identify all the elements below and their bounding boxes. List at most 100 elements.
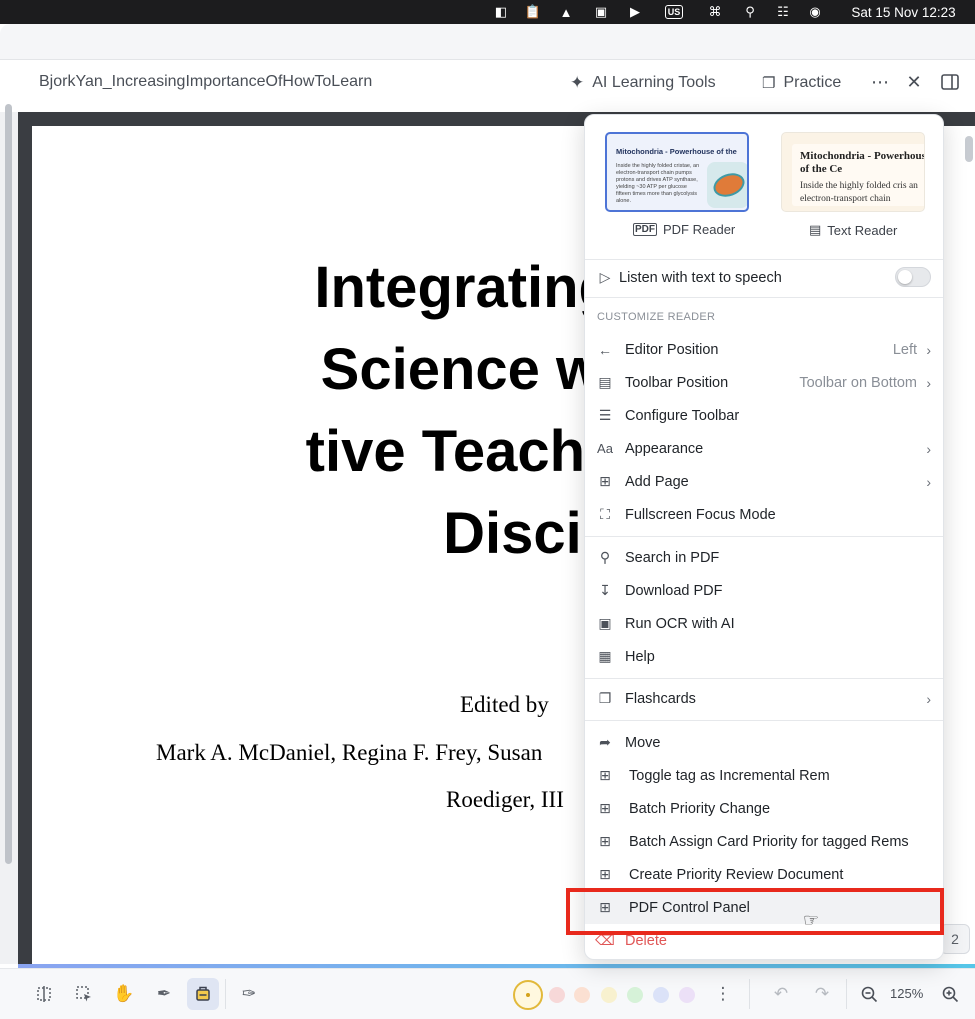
menu-item-search-pdf[interactable]: ⚲ Search in PDF: [585, 541, 943, 574]
plugin-command-icon: ⊞: [599, 833, 611, 849]
page-number-badge[interactable]: 2: [940, 924, 970, 954]
flashcards-label: Flashcards: [625, 690, 696, 707]
active-color-swatch[interactable]: [513, 980, 543, 1010]
menu-item-text-to-speech[interactable]: ▷ Listen with text to speech: [585, 261, 943, 294]
notion-app-icon[interactable]: ▣: [593, 0, 609, 24]
sparkle-icon: ✦: [570, 73, 585, 92]
menu-item-add-page[interactable]: ⊞ Add Page ›: [585, 465, 943, 498]
text-reader-option[interactable]: ▤ Text Reader: [809, 222, 897, 238]
menu-divider: [585, 259, 943, 260]
menu-item-configure-toolbar[interactable]: ☰ Configure Toolbar: [585, 399, 943, 432]
menu-item-help[interactable]: ▦ Help: [585, 640, 943, 673]
color-swatch-red[interactable]: [549, 987, 565, 1003]
pdf-card-title: Mitochondria - Powerhouse of the: [616, 147, 737, 156]
sidebar-toggle-icon[interactable]: [938, 70, 962, 94]
configure-toolbar-label: Configure Toolbar: [625, 407, 740, 424]
chevron-right-icon: ›: [926, 440, 931, 457]
tts-toggle-switch[interactable]: [895, 267, 931, 287]
right-scrollbar-thumb[interactable]: [965, 136, 973, 162]
menubar-clock[interactable]: Sat 15 Nov 12:23: [836, 0, 971, 24]
text-reader-card[interactable]: Mitochondria - Powerhouse of the Ce Insi…: [781, 132, 925, 212]
menu-item-editor-position[interactable]: ← Editor Position Left ›: [585, 333, 943, 366]
help-label: Help: [625, 648, 655, 665]
undo-icon[interactable]: ↶: [765, 978, 797, 1010]
ai-learning-tools-button[interactable]: ✦ AI Learning Tools: [570, 72, 716, 94]
pdf-file-icon: PDF: [633, 223, 657, 236]
highlighter-icon[interactable]: ✒: [148, 978, 180, 1010]
close-icon[interactable]: ✕: [902, 70, 926, 94]
wifi-icon[interactable]: ⌘: [705, 0, 725, 24]
plugin-command-icon: ⊞: [599, 866, 611, 882]
menu-item-create-priority-review[interactable]: ⊞ Create Priority Review Document: [585, 858, 943, 891]
more-vertical-icon[interactable]: ⋮: [707, 978, 739, 1010]
zoom-out-icon[interactable]: [853, 978, 885, 1010]
sliders-icon: ☰: [598, 407, 612, 423]
menu-divider: [585, 536, 943, 537]
menu-item-fullscreen-focus[interactable]: ⛶ Fullscreen Focus Mode: [585, 498, 943, 531]
ocr-scan-icon: ▣: [598, 615, 612, 631]
menu-item-flashcards[interactable]: ❐ Flashcards ›: [585, 682, 943, 715]
download-pdf-label: Download PDF: [625, 582, 723, 599]
chevron-right-icon: ›: [926, 690, 931, 707]
highlight-box-tool-icon[interactable]: [187, 978, 219, 1010]
toolbar-icon: ▤: [598, 374, 612, 390]
text-card-body: Inside the highly folded cris an electro…: [800, 181, 918, 204]
reader-options-menu: Mitochondria - Powerhouse of the Inside …: [584, 114, 944, 960]
add-page-label: Add Page: [625, 473, 689, 490]
menu-item-appearance[interactable]: Aa Appearance ›: [585, 432, 943, 465]
annotation-highlight-box: [566, 888, 944, 935]
pdf-reader-option[interactable]: PDF PDF Reader: [633, 222, 735, 237]
chevron-right-icon: ›: [926, 341, 931, 358]
toolbar-divider: [846, 979, 847, 1009]
color-swatch-green[interactable]: [627, 987, 643, 1003]
menu-divider: [585, 297, 943, 298]
left-scrollbar-thumb[interactable]: [5, 104, 12, 864]
color-swatch-purple[interactable]: [679, 987, 695, 1003]
color-swatch-yellow[interactable]: [601, 987, 617, 1003]
pdf-title-line-2: Science with: [320, 337, 672, 402]
pdf-edited-by: Edited by: [460, 692, 549, 717]
batch-assign-label: Batch Assign Card Priority for tagged Re…: [629, 833, 909, 850]
flashcards-icon: ❐: [598, 690, 612, 706]
more-options-icon[interactable]: ⋯: [868, 70, 892, 94]
macos-menubar: ◧ 📋 ▲ ▣ ▶ US ⌘ ⚲ ☷ ◉ Sat 15 Nov 12:23: [0, 0, 975, 24]
practice-button[interactable]: ❐ Practice: [762, 72, 841, 94]
siri-icon[interactable]: ◉: [806, 0, 824, 24]
hand-tool-icon[interactable]: ✋: [108, 978, 140, 1010]
color-swatch-blue[interactable]: [653, 987, 669, 1003]
shield-icon[interactable]: ◧: [493, 0, 509, 24]
menu-item-move[interactable]: ➦ Move: [585, 726, 943, 759]
document-title: BjorkYan_IncreasingImportanceOfHowToLear…: [39, 73, 373, 90]
zoom-in-icon[interactable]: [934, 978, 966, 1010]
menu-item-toggle-incremental[interactable]: ⊞ Toggle tag as Incremental Rem: [585, 759, 943, 792]
menu-item-run-ocr[interactable]: ▣ Run OCR with AI: [585, 607, 943, 640]
pdf-reader-card[interactable]: Mitochondria - Powerhouse of the Inside …: [605, 132, 749, 212]
spotlight-search-icon[interactable]: ⚲: [741, 0, 759, 24]
mitochondria-illustration: [707, 162, 747, 208]
pdf-editors-line-2: Roediger, III: [446, 787, 564, 812]
pdf-title-line-4: Disciplir: [443, 501, 672, 566]
play-circle-icon[interactable]: ▶: [627, 0, 643, 24]
select-tool-icon[interactable]: [68, 978, 100, 1010]
input-source-indicator[interactable]: US: [661, 0, 687, 24]
menu-item-download-pdf[interactable]: ↧ Download PDF: [585, 574, 943, 607]
plugin-command-icon: ⊞: [599, 767, 611, 783]
download-icon: ↧: [599, 582, 611, 598]
control-center-icon[interactable]: ☷: [774, 0, 792, 24]
customize-reader-heading: CUSTOMIZE READER: [597, 311, 716, 323]
clipboard-icon[interactable]: 📋: [525, 0, 541, 24]
menu-item-batch-priority[interactable]: ⊞ Batch Priority Change: [585, 792, 943, 825]
ai-learning-tools-label: AI Learning Tools: [592, 74, 716, 91]
redo-icon[interactable]: ↷: [806, 978, 838, 1010]
toggle-tag-label: Toggle tag as Incremental Rem: [629, 767, 830, 784]
area-select-icon[interactable]: [28, 978, 60, 1010]
brush-icon[interactable]: ✑: [233, 978, 265, 1010]
editor-position-value: Left: [892, 341, 917, 358]
pointer-hand-cursor-icon: ☞: [803, 910, 820, 930]
drive-icon[interactable]: ▲: [558, 0, 574, 24]
move-label: Move: [625, 734, 661, 751]
color-swatch-orange[interactable]: [574, 987, 590, 1003]
menu-item-toolbar-position[interactable]: ▤ Toolbar Position Toolbar on Bottom ›: [585, 366, 943, 399]
menu-item-batch-assign-priority[interactable]: ⊞ Batch Assign Card Priority for tagged …: [585, 825, 943, 858]
chevron-right-icon: ›: [926, 374, 931, 391]
